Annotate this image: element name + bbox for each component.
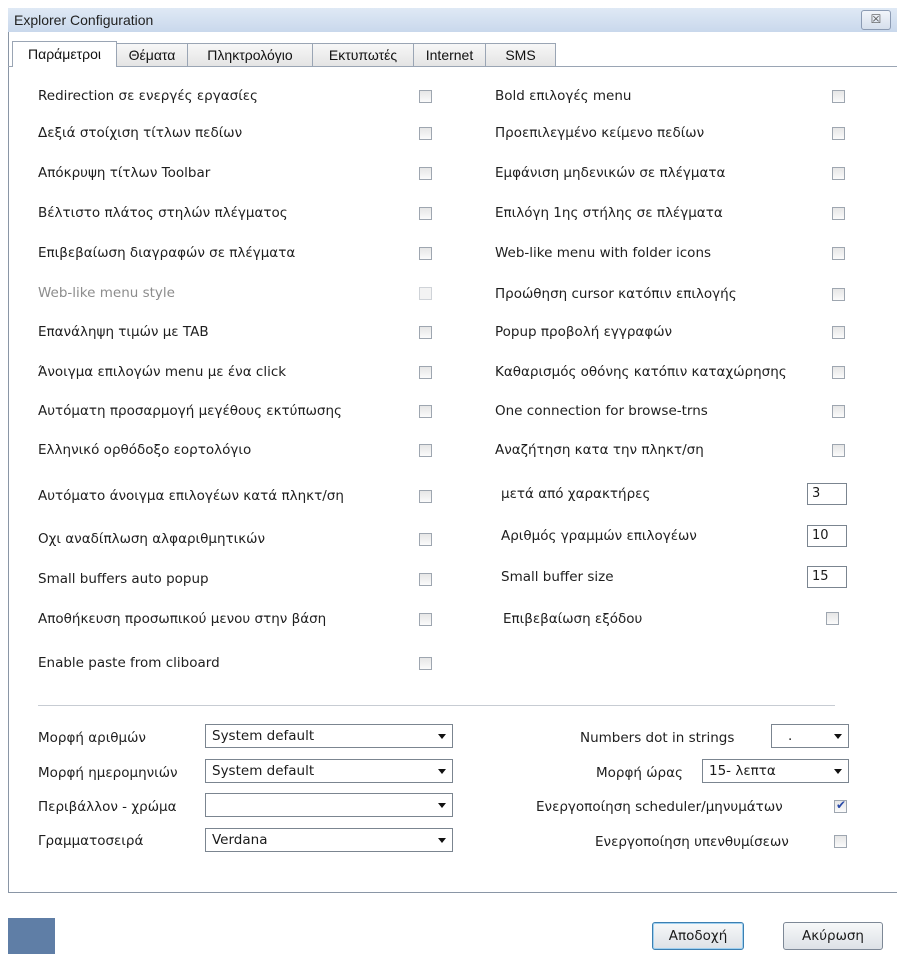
left-option-label: Ελληνικό ορθόδοξο εορτολόγιο <box>38 442 252 458</box>
right-option-checkbox[interactable] <box>832 366 845 379</box>
close-icon[interactable]: ☒ <box>861 10 891 30</box>
left-option-checkbox <box>419 287 432 300</box>
date-format-select[interactable]: System default <box>205 759 453 783</box>
numbers-dot-value: . <box>788 728 793 744</box>
left-option-checkbox[interactable] <box>419 490 432 503</box>
left-option-checkbox[interactable] <box>419 533 432 546</box>
section-separator <box>38 705 835 706</box>
right-option-label: Bold επιλογές menu <box>495 88 632 104</box>
tab-internet[interactable]: Internet <box>413 43 486 66</box>
left-option-label: Άνοιγμα επιλογών menu με ένα click <box>38 364 287 380</box>
number-format-select[interactable]: System default <box>205 724 453 748</box>
right-option-label: Καθαρισμός οθόνης κατόπιν καταχώρησης <box>495 364 787 380</box>
right-option-label: Επιλόγη 1ης στήλης σε πλέγματα <box>495 205 723 221</box>
right-option-label: Αναζήτηση κατα την πληκτ/ση <box>495 442 704 458</box>
left-option-label: Αυτόματη προσαρμογή μεγέθους εκτύπωσης <box>38 403 342 419</box>
left-option-label: Αποθήκευση προσωπικού μενου στην βάση <box>38 611 327 627</box>
left-option-checkbox[interactable] <box>419 127 432 140</box>
font-select[interactable]: Verdana <box>205 828 453 852</box>
tab-panel-border <box>8 66 897 67</box>
tab-printers[interactable]: Εκτυπωτές <box>312 43 414 66</box>
chevron-down-icon <box>438 734 446 739</box>
chevron-down-icon <box>834 769 842 774</box>
numbers-dot-label: Numbers dot in strings <box>580 730 735 746</box>
tab-themes[interactable]: Θέματα <box>116 43 188 66</box>
right-option-label: Popup προβολή εγγραφών <box>495 324 673 340</box>
right-option-label: One connection for browse-trns <box>495 403 708 419</box>
tab-parameters[interactable]: Παράμετροι <box>12 41 117 67</box>
left-option-checkbox[interactable] <box>419 444 432 457</box>
small-buffer-size-label: Small buffer size <box>501 569 614 585</box>
chevron-down-icon <box>438 769 446 774</box>
title-bar: Explorer Configuration ☒ <box>8 8 897 33</box>
number-format-label: Μορφή αριθμών <box>38 730 146 746</box>
selector-rows-input[interactable]: 10 <box>807 525 847 547</box>
environment-color-select[interactable] <box>205 793 453 817</box>
numbers-dot-select[interactable]: . <box>771 724 849 748</box>
number-format-value: System default <box>212 728 315 744</box>
left-option-checkbox[interactable] <box>419 247 432 260</box>
left-option-label: Small buffers auto popup <box>38 571 209 587</box>
right-option-checkbox[interactable] <box>832 167 845 180</box>
window-title: Explorer Configuration <box>14 12 154 28</box>
chevron-down-icon <box>438 803 446 808</box>
left-option-label: Απόκρυψη τίτλων Toolbar <box>38 165 211 181</box>
scheduler-label: Ενεργοποίηση scheduler/μηνυμάτων <box>536 799 783 815</box>
left-option-checkbox[interactable] <box>419 326 432 339</box>
right-option-checkbox[interactable] <box>832 444 845 457</box>
left-option-label: Βέλτιστο πλάτος στηλών πλέγματος <box>38 205 288 221</box>
right-option-label: Προεπιλεγμένο κείμενο πεδίων <box>495 125 705 141</box>
right-option-checkbox[interactable] <box>832 127 845 140</box>
left-option-label: Οχι αναδίπλωση αλφαριθμητικών <box>38 531 266 547</box>
exit-confirm-label: Επιβεβαίωση εξόδου <box>503 611 643 627</box>
left-option-label: Web-like menu style <box>38 285 175 301</box>
time-format-value: 15- λεπτα <box>709 763 776 779</box>
environment-color-label: Περιβάλλον - χρώμα <box>38 799 177 815</box>
chars-after-label: μετά από χαρακτήρες <box>501 486 651 502</box>
left-option-checkbox[interactable] <box>419 405 432 418</box>
left-option-checkbox[interactable] <box>419 207 432 220</box>
right-option-label: Προώθηση cursor κατόπιν επιλογής <box>495 286 737 302</box>
left-option-label: Αυτόματο άνοιγμα επιλογέων κατά πληκτ/ση <box>38 488 344 504</box>
time-format-select[interactable]: 15- λεπτα <box>702 759 849 783</box>
scheduler-checkbox[interactable] <box>834 798 847 813</box>
tab-sms[interactable]: SMS <box>485 43 556 66</box>
selector-rows-label: Αριθμός γραμμών επιλογέων <box>501 528 697 544</box>
chevron-down-icon <box>834 734 842 739</box>
left-option-checkbox[interactable] <box>419 613 432 626</box>
accept-button[interactable]: Αποδοχή <box>652 922 744 950</box>
right-option-label: Εμφάνιση μηδενικών σε πλέγματα <box>495 165 726 181</box>
right-option-checkbox[interactable] <box>832 247 845 260</box>
left-option-label: Επιβεβαίωση διαγραφών σε πλέγματα <box>38 245 296 261</box>
right-option-checkbox[interactable] <box>832 326 845 339</box>
chevron-down-icon <box>438 838 446 843</box>
time-format-label: Μορφή ώρας <box>596 765 683 781</box>
right-option-checkbox[interactable] <box>832 207 845 220</box>
left-option-label: Enable paste from cliboard <box>38 655 220 671</box>
left-option-checkbox[interactable] <box>419 573 432 586</box>
small-buffer-size-input[interactable]: 15 <box>807 566 847 588</box>
font-label: Γραμματοσειρά <box>38 833 144 849</box>
exit-confirm-checkbox[interactable] <box>826 612 839 625</box>
right-option-checkbox[interactable] <box>832 405 845 418</box>
right-option-checkbox[interactable] <box>832 90 845 103</box>
left-option-checkbox[interactable] <box>419 657 432 670</box>
date-format-label: Μορφή ημερομηνιών <box>38 765 178 781</box>
reminders-label: Ενεργοποίηση υπενθυμίσεων <box>595 834 789 850</box>
tab-keyboard[interactable]: Πληκτρολόγιο <box>187 43 313 66</box>
left-option-checkbox[interactable] <box>419 167 432 180</box>
status-block <box>8 918 55 954</box>
left-option-label: Επανάληψη τιμών με TAB <box>38 324 209 340</box>
left-option-checkbox[interactable] <box>419 366 432 379</box>
left-option-checkbox[interactable] <box>419 90 432 103</box>
left-option-label: Δεξιά στοίχιση τίτλων πεδίων <box>38 125 243 141</box>
font-value: Verdana <box>212 832 268 848</box>
right-option-checkbox[interactable] <box>832 288 845 301</box>
chars-after-input[interactable]: 3 <box>807 483 847 505</box>
reminders-checkbox[interactable] <box>834 835 847 848</box>
cancel-button[interactable]: Ακύρωση <box>783 922 883 950</box>
date-format-value: System default <box>212 763 315 779</box>
left-option-label: Redirection σε ενεργές εργασίες <box>38 88 258 104</box>
right-option-label: Web-like menu with folder icons <box>495 245 712 261</box>
